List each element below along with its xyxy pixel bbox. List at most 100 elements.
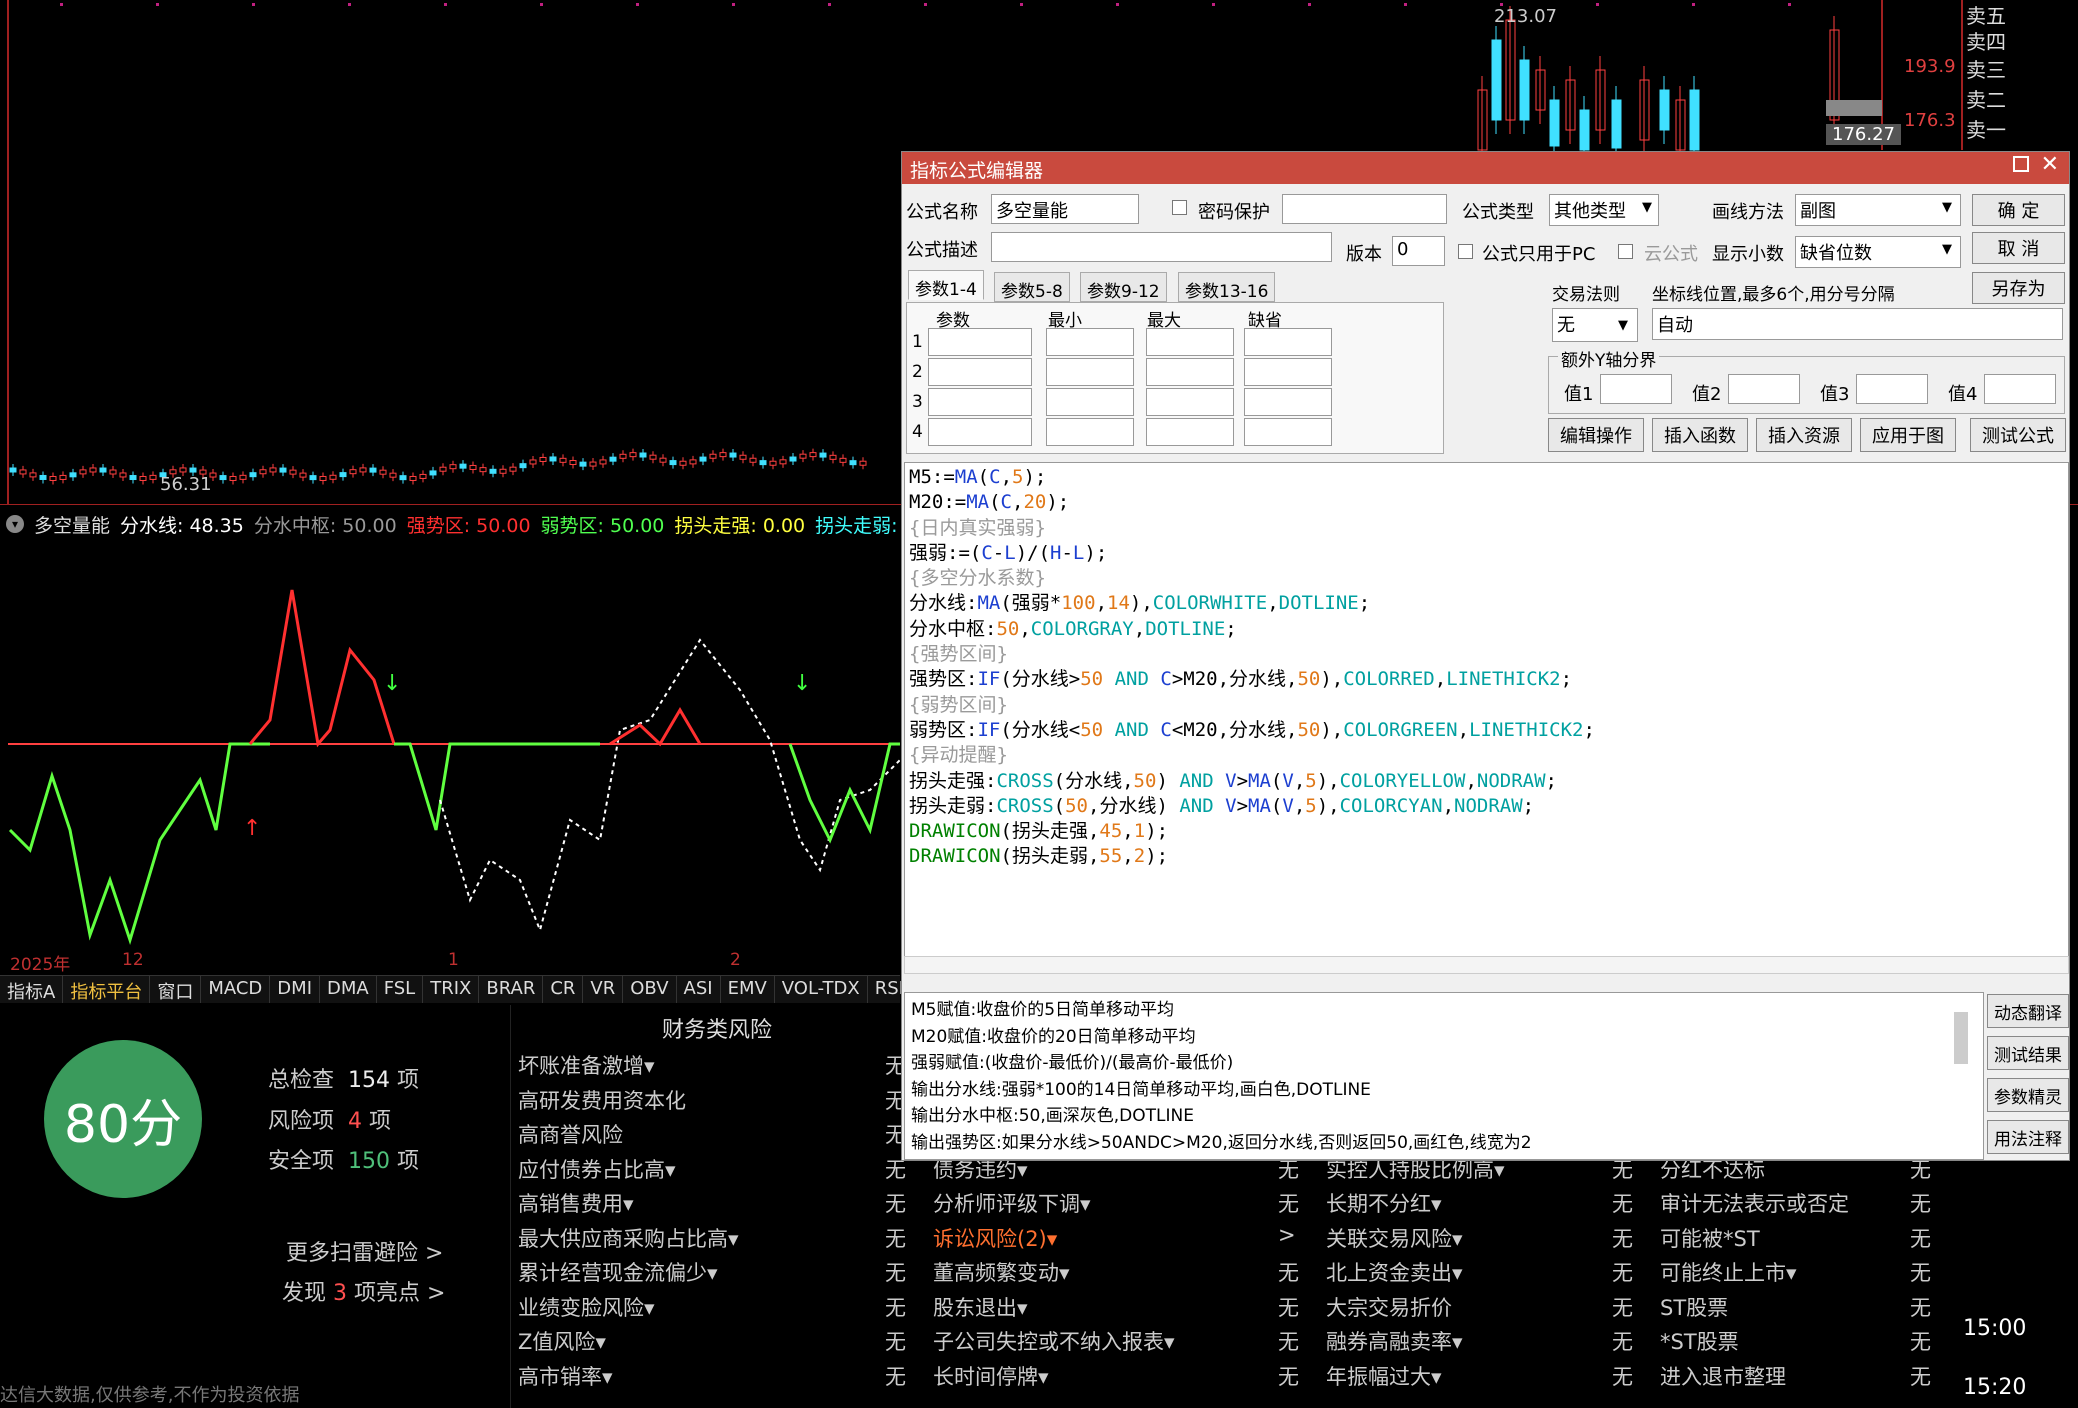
param-cell[interactable] [1046,358,1134,386]
risk-item[interactable]: 北上资金卖出▾ [1326,1257,1463,1287]
formula-editor-dialog[interactable]: 指标公式编辑器 ✕ 公式名称 多空量能 密码保护 公式类型 其他类型 ▼ 画线方… [901,151,2070,1161]
tab-obv[interactable]: OBV [623,976,677,1003]
test-result-button[interactable]: 测试结果 [1987,1036,2069,1070]
insert-function-button[interactable]: 插入函数 [1652,418,1748,452]
tab-dmi[interactable]: DMI [270,976,320,1003]
tab-params-13-16[interactable]: 参数13-16 [1178,272,1276,302]
risk-item[interactable]: 可能被*ST [1660,1223,1760,1253]
param-cell[interactable] [928,358,1032,386]
formula-desc-input[interactable] [991,232,1332,262]
tab-brar[interactable]: BRAR [479,976,544,1003]
y-value-input[interactable] [1600,374,1672,404]
chevron-right-icon[interactable]: > [1278,1223,1296,1247]
test-formula-button[interactable]: 测试公式 [1970,418,2066,452]
param-cell[interactable] [1146,328,1234,356]
edit-ops-button[interactable]: 编辑操作 [1548,418,1644,452]
indicator-toggle-icon[interactable]: ▾ [6,515,24,533]
formula-name-input[interactable]: 多空量能 [991,194,1139,224]
password-input[interactable] [1282,194,1447,224]
risk-item[interactable]: 累计经营现金流偏少▾ [518,1257,718,1287]
risk-item[interactable]: 长时间停牌▾ [933,1361,1049,1391]
risk-item[interactable]: 最大供应商采购占比高▾ [518,1223,739,1253]
more-scan-link[interactable]: 更多扫雷避险 > [286,1235,443,1267]
risk-item[interactable]: 业绩变脸风险▾ [518,1292,655,1322]
cloud-checkbox[interactable] [1618,244,1633,259]
usage-notes-button[interactable]: 用法注释 [1987,1120,2069,1154]
param-cell[interactable] [1244,418,1332,446]
tab-params-5-8[interactable]: 参数5-8 [994,272,1070,302]
code-hscrollbar[interactable] [904,956,2069,974]
tab-params-1-4[interactable]: 参数1-4 [908,270,984,300]
y-value-input[interactable] [1984,374,2056,404]
tab-cr[interactable]: CR [543,976,584,1003]
param-cell[interactable] [1046,328,1134,356]
dialog-title-bar[interactable]: 指标公式编辑器 ✕ [902,152,2069,184]
risk-item[interactable]: ST股票 [1660,1292,1728,1322]
risk-item[interactable]: 进入退市整理 [1660,1361,1786,1391]
risk-item[interactable]: 董高频繁变动▾ [933,1257,1070,1287]
tab-dma[interactable]: DMA [320,976,377,1003]
risk-item[interactable]: 融券高融卖率▾ [1326,1326,1463,1356]
tab-emv[interactable]: EMV [721,976,775,1003]
risk-item[interactable]: 可能终止上市▾ [1660,1257,1797,1287]
risk-item[interactable]: 长期不分红▾ [1326,1188,1442,1218]
confirm-button[interactable]: 确 定 [1972,194,2065,226]
tab-window[interactable]: 窗口 [150,976,202,1003]
param-cell[interactable] [1146,388,1234,416]
risk-item[interactable]: *ST股票 [1660,1326,1739,1356]
y-value-input[interactable] [1728,374,1800,404]
risk-item[interactable]: 高商誉风险 [518,1119,623,1149]
notes-scrollbar[interactable] [1954,1012,1968,1064]
cancel-button[interactable]: 取 消 [1972,232,2065,264]
tab-vr[interactable]: VR [583,976,624,1003]
tab-trix[interactable]: TRIX [423,976,480,1003]
risk-item[interactable]: 子公司失控或不纳入报表▾ [933,1326,1175,1356]
param-cell[interactable] [928,328,1032,356]
risk-item[interactable]: 审计无法表示或否定 [1660,1188,1849,1218]
risk-item[interactable]: 高市销率▾ [518,1361,613,1391]
param-cell[interactable] [928,418,1032,446]
tab-vol-tdx[interactable]: VOL-TDX [775,976,868,1003]
tab-asi[interactable]: ASI [677,976,721,1003]
translate-button[interactable]: 动态翻译 [1987,994,2069,1028]
param-cell[interactable] [1146,358,1234,386]
risk-item[interactable]: 应付债券占比高▾ [518,1154,676,1184]
indicator-chart[interactable]: ↓ ↓ ↑ [0,540,900,950]
param-wizard-button[interactable]: 参数精灵 [1987,1078,2069,1112]
param-cell[interactable] [1046,388,1134,416]
tab-params-9-12[interactable]: 参数9-12 [1080,272,1167,302]
param-cell[interactable] [928,388,1032,416]
risk-item[interactable]: 高销售费用▾ [518,1188,634,1218]
param-cell[interactable] [1046,418,1134,446]
risk-item[interactable]: 坏账准备激增▾ [518,1050,655,1080]
risk-item[interactable]: 年振幅过大▾ [1326,1361,1442,1391]
save-as-button[interactable]: 另存为 [1972,272,2065,304]
risk-item[interactable]: 诉讼风险(2)▾ [933,1223,1057,1253]
close-icon[interactable]: ✕ [2041,152,2059,177]
param-cell[interactable] [1244,388,1332,416]
apply-to-chart-button[interactable]: 应用于图 [1860,418,1956,452]
tab-indicator-a[interactable]: 指标A [0,976,64,1003]
y-value-input[interactable] [1856,374,1928,404]
param-cell[interactable] [1244,328,1332,356]
maximize-icon[interactable] [2013,156,2029,172]
version-input[interactable]: 0 [1392,236,1445,266]
param-cell[interactable] [1146,418,1234,446]
risk-item[interactable]: 高研发费用资本化 [518,1085,686,1115]
risk-item[interactable]: 关联交易风险▾ [1326,1223,1463,1253]
decimals-select[interactable]: 缺省位数 [1795,236,1961,268]
formula-code-editor[interactable]: M5:=MA(C,5); M20:=MA(C,20); {日内真实强弱} 强弱:… [904,462,2069,972]
highlight-link[interactable]: 发现 3 项亮点 > [282,1275,445,1307]
tab-indicator-platform[interactable]: 指标平台 [63,976,151,1003]
risk-item[interactable]: Z值风险▾ [518,1326,606,1356]
pc-only-checkbox[interactable] [1458,244,1473,259]
draw-method-select[interactable]: 副图 [1795,194,1961,226]
risk-item[interactable]: 分析师评级下调▾ [933,1188,1091,1218]
tab-macd[interactable]: MACD [201,976,271,1003]
tab-fsl[interactable]: FSL [377,976,424,1003]
risk-item[interactable]: 大宗交易折价 [1326,1292,1452,1322]
risk-item[interactable]: 股东退出▾ [933,1292,1028,1322]
password-checkbox[interactable] [1172,200,1187,215]
param-cell[interactable] [1244,358,1332,386]
coord-input[interactable]: 自动 [1652,308,2063,340]
